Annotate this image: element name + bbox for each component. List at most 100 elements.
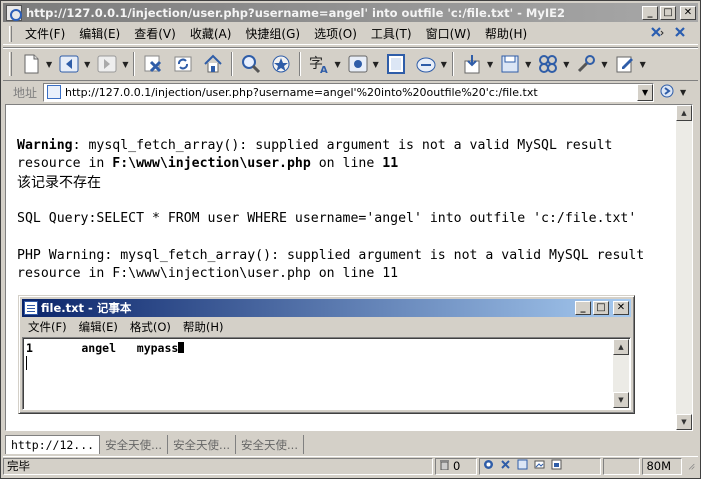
- warning-line-2: resource in F:\www\injection\user.php on…: [17, 155, 677, 173]
- notepad-menu-format[interactable]: 格式(O): [124, 319, 177, 335]
- back-dropdown-icon[interactable]: ▼: [84, 60, 90, 69]
- close-tab-icon[interactable]: [674, 26, 686, 41]
- edit-page-icon[interactable]: [613, 52, 637, 76]
- window-title: http://127.0.0.1/injection/user.php?user…: [26, 5, 565, 20]
- address-dropdown-icon[interactable]: ▼: [637, 83, 654, 101]
- warning-message: : mysql_fetch_array(): supplied argument…: [72, 138, 613, 153]
- resource-in-text: resource in: [17, 156, 113, 172]
- notepad-scroll-down-button[interactable]: ▼: [613, 392, 629, 408]
- menu-edit[interactable]: 编辑(E): [72, 25, 127, 42]
- record-not-exist-text: 该记录不存在: [17, 174, 101, 191]
- save-icon[interactable]: [498, 52, 522, 76]
- groups-icon[interactable]: [536, 52, 560, 76]
- menu-tools[interactable]: 工具(T): [364, 25, 419, 42]
- menu-file[interactable]: 文件(F): [18, 25, 72, 42]
- go-icon[interactable]: [660, 84, 676, 101]
- popup-block-icon[interactable]: [483, 459, 494, 473]
- menu-help[interactable]: 帮助(H): [478, 25, 534, 42]
- notepad-menu-edit[interactable]: 编辑(E): [73, 319, 124, 335]
- save-dropdown-icon[interactable]: ▼: [525, 60, 531, 69]
- notepad-menu-bar: 文件(F) 编辑(E) 格式(O) 帮助(H): [22, 318, 631, 336]
- stop-icon[interactable]: [141, 52, 165, 76]
- block-icon[interactable]: [500, 459, 511, 473]
- memory-usage: 80M: [646, 459, 672, 473]
- tab-1[interactable]: http://12...: [5, 435, 101, 454]
- insertion-caret: [26, 356, 27, 370]
- back-icon[interactable]: [57, 52, 81, 76]
- notepad-content: 1 angel mypass: [26, 341, 179, 355]
- text-cursor: [178, 342, 185, 353]
- php-warning-line-1: PHP Warning: mysql_fetch_array(): suppli…: [17, 247, 645, 263]
- groups-dropdown-icon[interactable]: ▼: [563, 60, 569, 69]
- notepad-menu-file[interactable]: 文件(F): [22, 319, 73, 335]
- scroll-down-button[interactable]: ▼: [676, 414, 692, 430]
- close-all-icon[interactable]: [650, 26, 664, 41]
- notepad-close-button[interactable]: ✕: [613, 301, 629, 315]
- tab-3[interactable]: 安全天使...: [168, 435, 237, 454]
- warning-line-1: Warning: mysql_fetch_array(): supplied a…: [17, 137, 677, 155]
- warning-file-path: F:\www\injection\user.php: [112, 156, 311, 172]
- menu-view[interactable]: 查看(V): [127, 25, 183, 42]
- close-button[interactable]: ✕: [680, 5, 696, 20]
- tab-2[interactable]: 安全天使...: [100, 435, 169, 454]
- home-icon[interactable]: [201, 52, 225, 76]
- page-body: Warning: mysql_fetch_array(): supplied a…: [17, 137, 677, 283]
- tools-dropdown-icon[interactable]: ▼: [601, 60, 607, 69]
- font-dropdown-icon[interactable]: ▼: [334, 60, 340, 69]
- menu-groups[interactable]: 快捷组(G): [238, 25, 307, 42]
- status-bar: 完毕 0 80M: [3, 456, 698, 475]
- closed-count: 0: [452, 459, 461, 473]
- menu-bar: 文件(F) 编辑(E) 查看(V) 收藏(A) 快捷组(G) 选项(O) 工具(…: [3, 23, 698, 45]
- resize-grip-icon[interactable]: [684, 458, 698, 475]
- toolbar-grip[interactable]: [9, 52, 12, 76]
- menubar-grip[interactable]: [9, 25, 12, 42]
- forward-dropdown-icon[interactable]: ▼: [122, 60, 128, 69]
- warning-label: Warning: [17, 138, 73, 153]
- title-bar: http://127.0.0.1/injection/user.php?user…: [3, 3, 698, 22]
- scroll-up-button[interactable]: ▲: [676, 105, 692, 121]
- go-dropdown-icon[interactable]: ▼: [680, 88, 686, 97]
- address-input[interactable]: http://127.0.0.1/injection/user.php?user…: [43, 82, 655, 102]
- tools-icon[interactable]: [574, 52, 598, 76]
- notepad-scroll-up-button[interactable]: ▲: [613, 339, 629, 355]
- maximize-button[interactable]: □: [660, 5, 676, 20]
- new-page-dropdown-icon[interactable]: ▼: [46, 60, 52, 69]
- menu-window[interactable]: 窗口(W): [419, 25, 478, 42]
- font-icon[interactable]: 字A: [307, 52, 331, 76]
- page-scrollbar[interactable]: ▲ ▼: [676, 105, 692, 430]
- notepad-window[interactable]: file.txt - 记事本 _ □ ✕ 文件(F) 编辑(E) 格式(O) 帮…: [18, 295, 635, 414]
- minimize-button[interactable]: _: [642, 5, 658, 20]
- download-icon[interactable]: [460, 52, 484, 76]
- on-line-text: on line: [310, 156, 383, 172]
- edit-page-dropdown-icon[interactable]: ▼: [640, 60, 646, 69]
- menu-options[interactable]: 选项(O): [307, 25, 364, 42]
- history-icon[interactable]: [414, 52, 438, 76]
- new-page-icon[interactable]: [19, 52, 43, 76]
- notepad-minimize-button[interactable]: _: [575, 301, 591, 315]
- view-dropdown-icon[interactable]: ▼: [373, 60, 379, 69]
- favorites-icon[interactable]: [269, 52, 293, 76]
- toolbar: ▼ ▼ ▼ 字A ▼ ▼ ▼ ▼ ▼ ▼ ▼ ▼: [3, 47, 698, 81]
- trash-icon[interactable]: [439, 459, 450, 473]
- forward-icon[interactable]: [95, 52, 119, 76]
- status-text: 完毕: [7, 459, 30, 473]
- download-dropdown-icon[interactable]: ▼: [487, 60, 493, 69]
- notepad-scrollbar[interactable]: ▲ ▼: [613, 339, 629, 408]
- search-icon[interactable]: [239, 52, 263, 76]
- address-url[interactable]: http://127.0.0.1/injection/user.php?user…: [65, 86, 637, 99]
- image-icon[interactable]: [534, 459, 545, 473]
- fullscreen-icon[interactable]: [384, 52, 408, 76]
- notepad-text-area[interactable]: 1 angel mypass ▲ ▼: [22, 337, 631, 410]
- tab-4[interactable]: 安全天使...: [236, 435, 304, 454]
- sound-icon[interactable]: [551, 459, 562, 473]
- history-dropdown-icon[interactable]: ▼: [441, 60, 447, 69]
- notepad-title-bar[interactable]: file.txt - 记事本 _ □ ✕: [22, 299, 631, 317]
- notepad-menu-help[interactable]: 帮助(H): [177, 319, 230, 335]
- menu-favorites[interactable]: 收藏(A): [183, 25, 239, 42]
- script-icon[interactable]: [517, 459, 528, 473]
- svg-text:A: A: [320, 65, 328, 75]
- tab-bar: http://12... 安全天使... 安全天使... 安全天使...: [3, 432, 698, 454]
- refresh-icon[interactable]: [171, 52, 195, 76]
- view-icon[interactable]: [346, 52, 370, 76]
- notepad-maximize-button[interactable]: □: [593, 301, 609, 315]
